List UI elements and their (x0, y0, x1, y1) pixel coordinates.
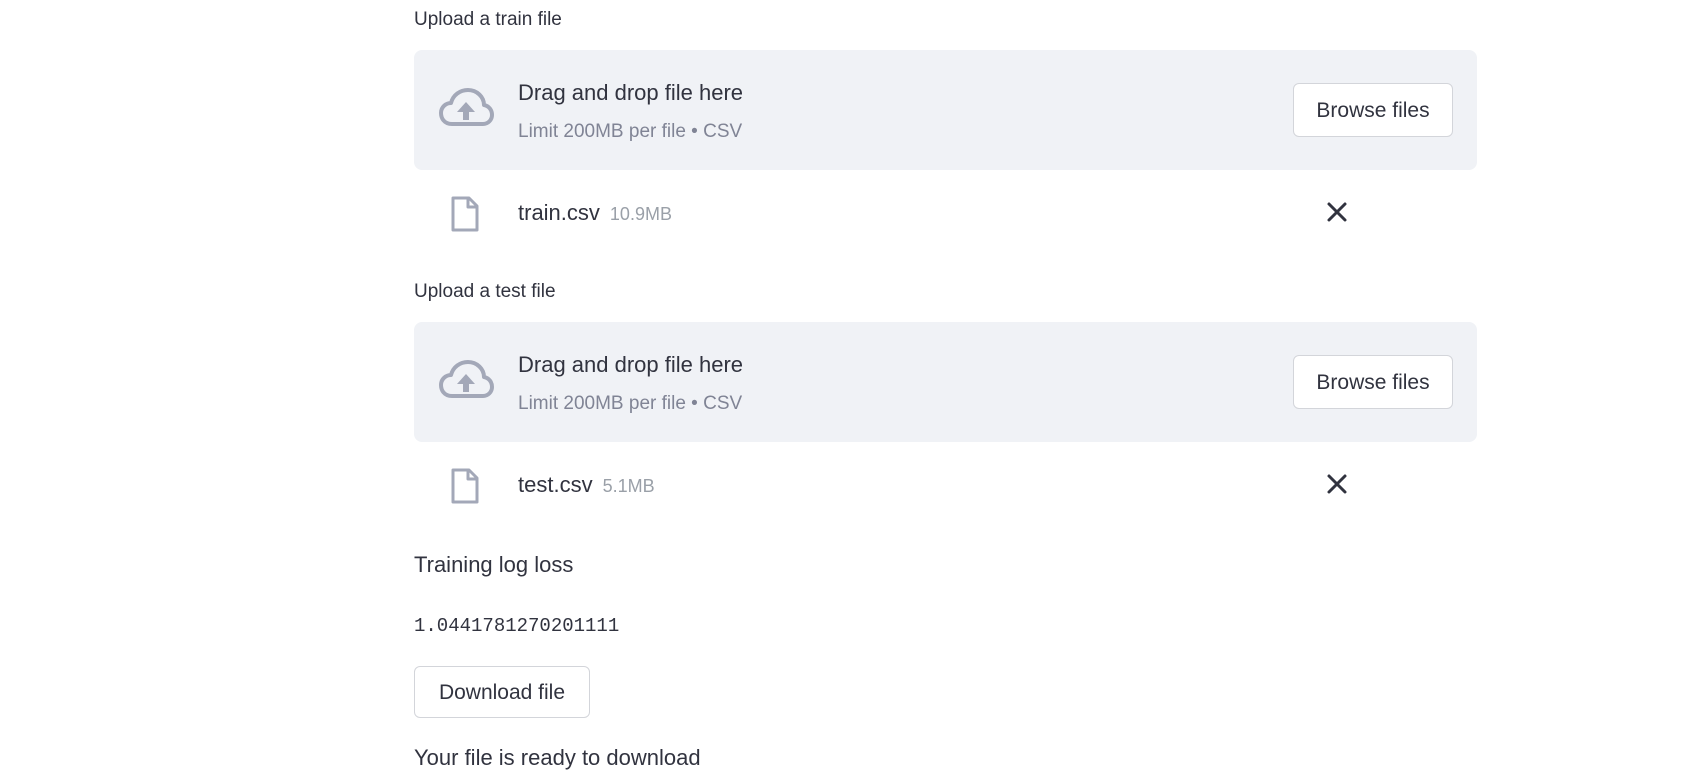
file-icon (451, 468, 479, 504)
close-icon[interactable] (1322, 469, 1352, 499)
test-file-name-text: test.csv (518, 472, 593, 497)
train-dropzone-limit: Limit 200MB per file • CSV (518, 121, 743, 142)
download-file-button[interactable]: Download file (414, 666, 590, 718)
test-browse-files-button[interactable]: Browse files (1293, 355, 1453, 409)
test-uploader-label: Upload a test file (414, 281, 556, 302)
test-uploaded-file: test.csv 5.1MB (414, 455, 1477, 515)
cloud-upload-icon (439, 360, 494, 398)
download-status-text: Your file is ready to download (414, 745, 701, 770)
train-uploaded-file: train.csv 10.9MB (414, 183, 1477, 243)
train-uploader-label: Upload a train file (414, 9, 562, 30)
close-icon[interactable] (1322, 197, 1352, 227)
test-file-size: 5.1MB (602, 476, 655, 496)
train-file-name: train.csv 10.9MB (518, 198, 672, 229)
training-log-loss-value: 1.0441781270201111 (414, 615, 620, 637)
train-browse-files-button[interactable]: Browse files (1293, 83, 1453, 137)
test-dropzone-title: Drag and drop file here (518, 352, 744, 377)
file-icon (451, 196, 479, 232)
train-dropzone[interactable]: Drag and drop file here Limit 200MB per … (414, 50, 1477, 170)
test-dropzone-limit: Limit 200MB per file • CSV (518, 393, 743, 414)
cloud-upload-icon (439, 88, 494, 126)
training-log-loss-heading: Training log loss (414, 552, 574, 577)
train-dropzone-title: Drag and drop file here (518, 80, 744, 105)
train-file-size: 10.9MB (609, 204, 672, 224)
test-dropzone[interactable]: Drag and drop file here Limit 200MB per … (414, 322, 1477, 442)
test-file-name: test.csv 5.1MB (518, 470, 655, 501)
train-file-name-text: train.csv (518, 200, 600, 225)
